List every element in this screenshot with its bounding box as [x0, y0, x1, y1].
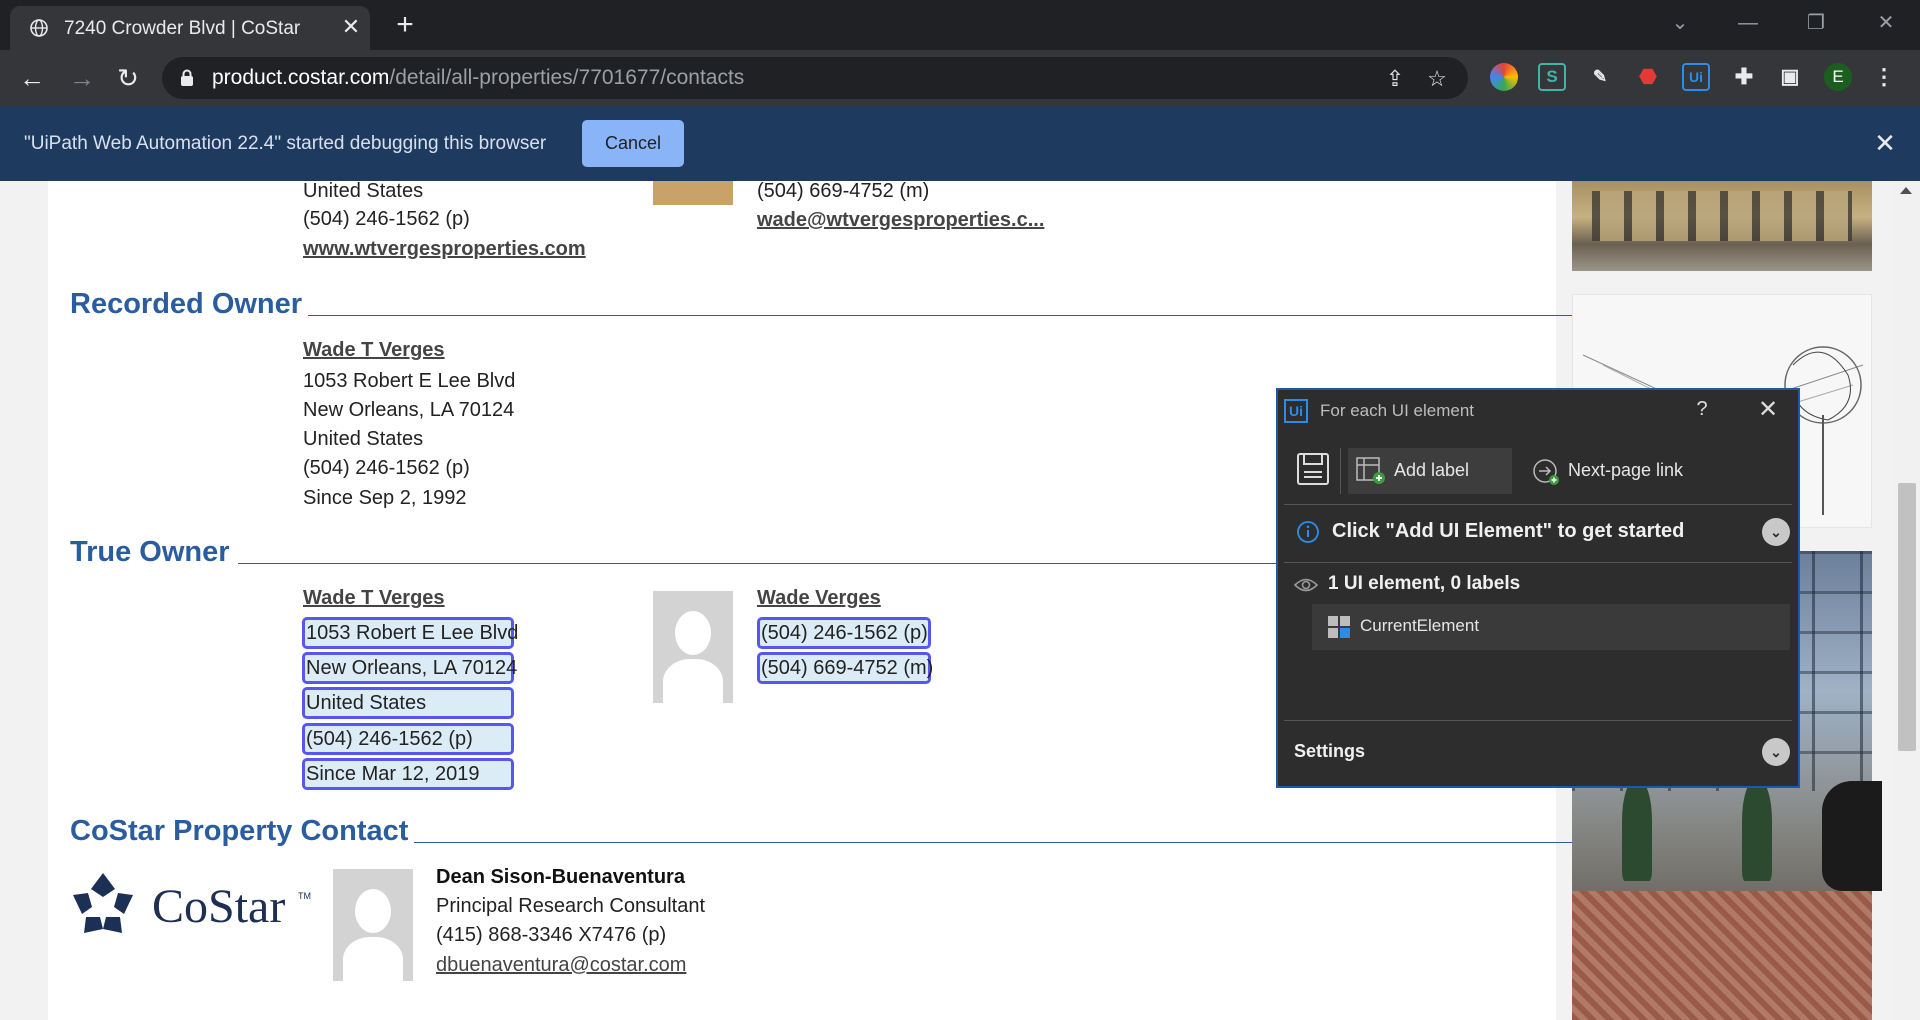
- reload-icon[interactable]: ↻: [112, 62, 144, 94]
- top-country: United States: [303, 181, 424, 202]
- browser-toolbar: ← → ↻ product.costar.com/detail/all-prop…: [0, 50, 1920, 106]
- add-label-icon: [1356, 457, 1385, 484]
- highlighted-contact-phone-m[interactable]: (504) 669-4752 (m): [757, 652, 933, 684]
- add-label-button[interactable]: Add label: [1348, 448, 1512, 494]
- infobar-cancel-button[interactable]: Cancel: [582, 120, 684, 167]
- costar-contact-title: Principal Research Consultant: [436, 895, 706, 917]
- color-picker-extension-icon[interactable]: [1490, 63, 1518, 91]
- recorded-owner-since: Since Sep 2, 1992: [303, 487, 467, 509]
- side-panel-icon[interactable]: ▣: [1776, 63, 1804, 91]
- new-tab-icon[interactable]: +: [389, 10, 421, 42]
- info-message: Click "Add UI Element" to get started: [1332, 520, 1685, 542]
- true-owner-name-link[interactable]: Wade T Verges: [303, 587, 445, 610]
- next-page-link-text: Next-page link: [1568, 460, 1684, 480]
- help-icon[interactable]: ?: [1690, 398, 1714, 424]
- section-divider: [308, 315, 1578, 316]
- website-link[interactable]: www.wtvergesproperties.com: [303, 238, 586, 261]
- s-extension-icon[interactable]: S: [1538, 63, 1566, 91]
- highlighted-address2[interactable]: New Orleans, LA 70124: [302, 652, 517, 684]
- section-divider: [414, 842, 1578, 843]
- puzzle-extensions-icon[interactable]: ✚: [1730, 63, 1758, 91]
- recorded-owner-phone: (504) 246-1562 (p): [303, 457, 470, 479]
- recorded-owner-name-link[interactable]: Wade T Verges: [303, 339, 445, 362]
- pdf-extension-icon[interactable]: ⬣: [1634, 63, 1662, 91]
- debug-infobar: "UiPath Web Automation 22.4" started deb…: [0, 106, 1920, 182]
- contact-photo: [653, 181, 733, 205]
- panel-title: For each UI element: [1320, 401, 1475, 420]
- costar-logo-tm: TM: [298, 891, 311, 901]
- highlighted-phone[interactable]: (504) 246-1562 (p): [302, 723, 514, 755]
- costar-contact-email-link[interactable]: dbuenaventura@costar.com: [436, 954, 686, 977]
- recorded-owner-address1: 1053 Robert E Lee Blvd: [303, 370, 516, 392]
- panel-close-icon[interactable]: ✕: [1754, 396, 1782, 424]
- expand-chevron-icon[interactable]: ⌄: [1762, 518, 1790, 546]
- eye-icon[interactable]: [1294, 576, 1318, 594]
- add-label-text: Add label: [1394, 460, 1470, 480]
- costar-star-icon: [73, 873, 133, 933]
- profile-avatar[interactable]: E: [1824, 63, 1852, 91]
- current-element-name: CurrentElement: [1360, 616, 1480, 635]
- true-owner-contact-avatar: [653, 591, 733, 703]
- tab-search-icon[interactable]: ⌄: [1660, 8, 1700, 38]
- top-contact-phone-m: (504) 669-4752 (m): [757, 181, 930, 202]
- browser-tab[interactable]: 7240 Crowder Blvd | CoStar ✕: [10, 6, 370, 50]
- contact-email-link[interactable]: wade@wtvergesproperties.c...: [757, 209, 1044, 232]
- tab-title: 7240 Crowder Blvd | CoStar: [64, 18, 301, 39]
- pen-extension-icon[interactable]: ✎: [1586, 63, 1614, 91]
- panel-separator: [1284, 720, 1792, 721]
- recorded-owner-country: United States: [303, 428, 424, 450]
- next-page-link-button[interactable]: Next-page link: [1524, 448, 1684, 494]
- minimize-icon[interactable]: —: [1728, 8, 1768, 38]
- uipath-for-each-panel: Ui For each UI element ? ✕ Add label Nex…: [1276, 388, 1800, 788]
- toolbar-divider: [1340, 448, 1341, 494]
- bookmark-star-icon[interactable]: ☆: [1424, 66, 1450, 92]
- ui-element-icon: [1328, 616, 1350, 638]
- infobar-close-icon[interactable]: ✕: [1870, 128, 1900, 158]
- page-scrollbar[interactable]: [1893, 181, 1920, 1020]
- top-phone: (504) 246-1562 (p): [303, 208, 470, 230]
- true-owner-heading: True Owner: [70, 536, 230, 568]
- highlighted-address1[interactable]: 1053 Robert E Lee Blvd: [302, 617, 518, 649]
- lock-icon: [181, 69, 193, 86]
- menu-kebab-icon[interactable]: ⋮: [1870, 63, 1898, 91]
- recorded-owner-heading: Recorded Owner: [70, 288, 303, 320]
- costar-contact-phone: (415) 868-3346 X7476 (p): [436, 924, 667, 946]
- infobar-message: "UiPath Web Automation 22.4" started deb…: [24, 133, 547, 154]
- info-icon: [1297, 521, 1319, 543]
- save-icon[interactable]: [1296, 452, 1330, 486]
- back-icon[interactable]: ←: [16, 62, 48, 94]
- recorded-owner-address2: New Orleans, LA 70124: [303, 399, 515, 421]
- costar-logo-text: CoStar: [152, 880, 286, 933]
- next-page-icon: [1533, 459, 1559, 485]
- highlighted-since[interactable]: Since Mar 12, 2019: [302, 758, 514, 790]
- window-close-icon[interactable]: ✕: [1866, 8, 1906, 38]
- current-element-row[interactable]: CurrentElement: [1312, 604, 1790, 650]
- property-photo[interactable]: [1572, 181, 1872, 271]
- costar-contact-avatar: [333, 869, 413, 981]
- costar-logo: CoStar TM: [70, 871, 320, 941]
- browser-titlebar: 7240 Crowder Blvd | CoStar ✕ + ⌄ — ❐ ✕: [0, 0, 1920, 50]
- share-icon[interactable]: ⇪: [1382, 66, 1408, 92]
- tab-close-icon[interactable]: ✕: [336, 12, 366, 42]
- settings-chevron-icon[interactable]: ⌄: [1762, 738, 1790, 766]
- scrollbar-thumb[interactable]: [1898, 483, 1916, 751]
- uipath-extension-icon[interactable]: Ui: [1682, 63, 1710, 91]
- url-text: product.costar.com/detail/all-properties…: [212, 66, 745, 89]
- globe-icon: [30, 19, 48, 37]
- panel-separator: [1284, 504, 1792, 505]
- true-owner-contact-link[interactable]: Wade Verges: [757, 587, 881, 610]
- element-summary: 1 UI element, 0 labels: [1328, 573, 1521, 594]
- settings-label[interactable]: Settings: [1294, 741, 1365, 762]
- scroll-up-arrow-icon[interactable]: [1900, 187, 1912, 194]
- highlighted-contact-phone-p[interactable]: (504) 246-1562 (p): [757, 617, 931, 649]
- costar-contact-heading: CoStar Property Contact: [70, 815, 409, 847]
- panel-separator: [1284, 562, 1792, 563]
- restore-icon[interactable]: ❐: [1796, 8, 1836, 38]
- address-bar[interactable]: product.costar.com/detail/all-properties…: [162, 57, 1468, 99]
- forward-icon[interactable]: →: [66, 62, 98, 94]
- highlighted-country[interactable]: United States: [302, 687, 514, 719]
- uipath-logo-icon: Ui: [1284, 399, 1308, 423]
- costar-contact-name: Dean Sison-Buenaventura: [436, 866, 685, 888]
